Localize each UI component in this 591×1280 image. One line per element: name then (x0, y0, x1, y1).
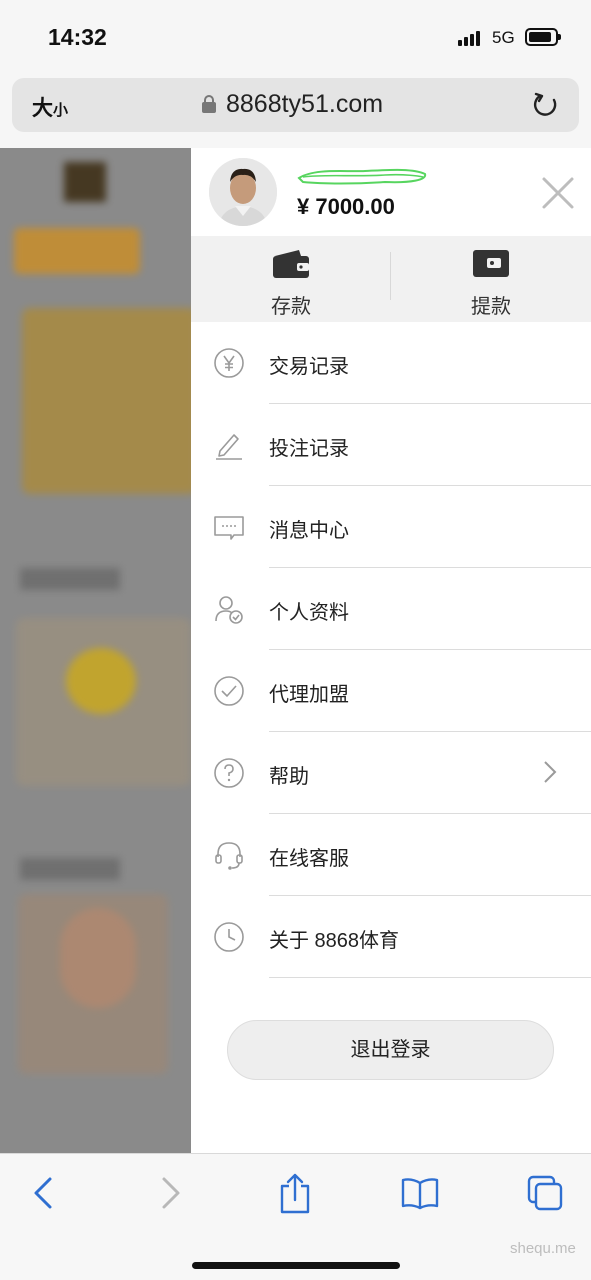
chevron-right-icon (544, 761, 557, 783)
text-size-button[interactable]: 大小 (32, 92, 68, 122)
home-indicator (192, 1262, 400, 1269)
withdraw-wallet-icon (473, 250, 509, 277)
menu-label-messages: 消息中心 (269, 520, 349, 542)
wallet-actions: 存款 提款 (191, 236, 591, 322)
reload-icon[interactable] (532, 90, 560, 120)
forward-icon[interactable] (160, 1176, 182, 1210)
close-icon[interactable] (541, 176, 575, 210)
lock-icon (202, 95, 216, 113)
balance-amount: ¥ 7000.00 (297, 194, 395, 219)
menu-label-bets: 投注记录 (269, 438, 349, 460)
battery-icon (525, 28, 561, 46)
menu-item-transactions[interactable]: 交易记录 (191, 322, 591, 404)
pencil-icon (216, 434, 242, 460)
message-icon (214, 516, 244, 540)
signal-icon (458, 30, 484, 46)
drawer-header: ¥ 7000.00 (191, 148, 591, 236)
back-icon[interactable] (32, 1176, 54, 1210)
status-time: 14:32 (48, 24, 107, 50)
menu-label-support: 在线客服 (269, 848, 349, 870)
headset-icon (215, 842, 243, 870)
deposit-button[interactable]: 存款 (191, 236, 391, 322)
address-bar[interactable]: 大小 8868ty51.com (12, 78, 579, 132)
account-menu: 交易记录 投注记录 消息中心 个人资料 代理加盟 帮助 在线客服 关于 8868… (191, 322, 591, 978)
menu-label-profile: 个人资料 (269, 602, 349, 624)
clock-icon (214, 922, 244, 952)
logout-button[interactable]: 退出登录 (227, 1020, 554, 1080)
url-text[interactable]: 8868ty51.com (226, 90, 383, 119)
menu-item-profile[interactable]: 个人资料 (191, 568, 591, 650)
status-bar: 14:32 5G (0, 0, 591, 72)
username-redacted (297, 168, 427, 185)
menu-item-bets[interactable]: 投注记录 (191, 404, 591, 486)
browser-toolbar (0, 1153, 591, 1280)
menu-label-agent: 代理加盟 (269, 684, 349, 706)
menu-label-about: 关于 8868体育 (269, 930, 400, 952)
withdraw-label: 提款 (471, 296, 511, 318)
menu-label-transactions: 交易记录 (269, 356, 349, 378)
check-circle-icon (214, 676, 244, 706)
network-label: 5G (492, 28, 515, 47)
avatar[interactable] (209, 158, 277, 226)
menu-item-messages[interactable]: 消息中心 (191, 486, 591, 568)
menu-item-help[interactable]: 帮助 (191, 732, 591, 814)
bookmarks-icon[interactable] (400, 1176, 440, 1210)
share-icon[interactable] (278, 1172, 312, 1214)
deposit-label: 存款 (271, 296, 311, 318)
watermark: shequ.me (510, 1240, 576, 1257)
withdraw-button[interactable]: 提款 (391, 236, 591, 322)
yuan-circle-icon (214, 348, 244, 378)
question-circle-icon (214, 758, 244, 788)
menu-label-help: 帮助 (269, 766, 309, 788)
user-check-icon (215, 596, 243, 624)
account-drawer: ¥ 7000.00 存款 提款 交易记录 投注记录 消息中心 个人资料 代理加盟… (191, 148, 591, 1153)
menu-item-support[interactable]: 在线客服 (191, 814, 591, 896)
wallet-icon (273, 250, 309, 278)
menu-item-about[interactable]: 关于 8868体育 (191, 896, 591, 978)
tabs-icon[interactable] (526, 1174, 564, 1212)
background-page-overlay[interactable] (0, 148, 191, 1153)
menu-item-agent[interactable]: 代理加盟 (191, 650, 591, 732)
